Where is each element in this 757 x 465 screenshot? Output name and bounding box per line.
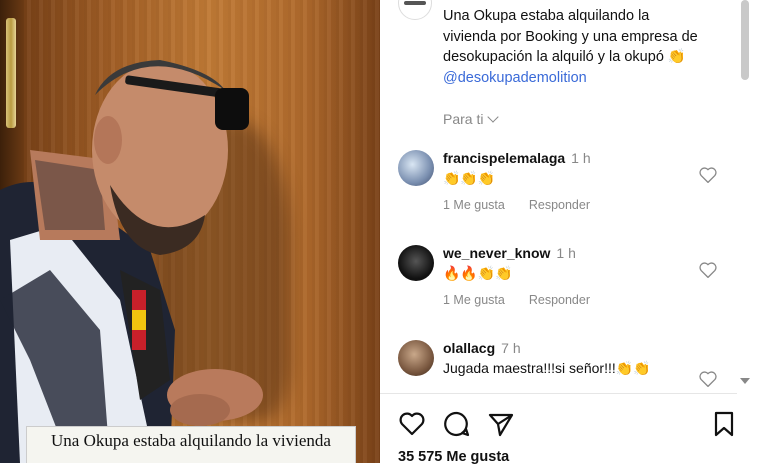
bookmark-icon[interactable] xyxy=(710,410,738,438)
comment-avatar[interactable] xyxy=(398,340,434,376)
post-media[interactable]: Una Okupa estaba alquilando la vivienda xyxy=(0,0,380,463)
video-caption-text: Una Okupa estaba alquilando la vivienda xyxy=(51,431,331,450)
comment-time: 1 h xyxy=(556,245,576,261)
clap-icon: 👏 xyxy=(667,49,686,65)
heart-icon[interactable] xyxy=(698,166,718,184)
caption-line-wrap: desokupación la alquiló y la okupó 👏 xyxy=(443,47,743,68)
comment-avatar[interactable] xyxy=(398,245,434,281)
para-ti-dropdown[interactable]: Para ti xyxy=(443,111,500,127)
caption-line: vivienda por Booking y una empresa de xyxy=(443,28,698,45)
comment-time: 7 h xyxy=(501,340,521,356)
heart-icon[interactable] xyxy=(698,261,718,279)
caption-line: desokupación la alquiló y la okupó xyxy=(443,49,664,65)
actions-divider xyxy=(380,393,737,394)
caption-line: Una Okupa estaba alquilando la xyxy=(443,8,650,24)
para-ti-label: Para ti xyxy=(443,111,484,127)
heart-icon[interactable] xyxy=(698,370,718,388)
author-avatar[interactable] xyxy=(398,0,432,20)
comment-username[interactable]: olallacg xyxy=(443,340,495,356)
reply-button[interactable]: Responder xyxy=(529,293,590,307)
send-icon[interactable] xyxy=(487,410,515,438)
scrollbar-thumb[interactable] xyxy=(741,0,749,80)
chevron-down-icon xyxy=(487,111,500,123)
comment-likes[interactable]: 1 Me gusta xyxy=(443,198,505,212)
comment-time: 1 h xyxy=(571,150,591,166)
heart-icon[interactable] xyxy=(398,410,426,438)
comment-text: 🔥🔥👏👏 xyxy=(443,265,513,281)
comment-avatar[interactable] xyxy=(398,150,434,186)
comment-icon[interactable] xyxy=(443,410,471,438)
video-caption-overlay: Una Okupa estaba alquilando la vivienda xyxy=(26,426,356,463)
comment-username[interactable]: francispelemalaga xyxy=(443,150,565,166)
post-caption: Una Okupa estaba alquilando la vivienda … xyxy=(443,6,743,88)
man-figure xyxy=(0,60,263,463)
comments-scrollbar[interactable] xyxy=(737,0,751,395)
mention-link[interactable]: @desokupademolition xyxy=(443,68,743,89)
reply-button[interactable]: Responder xyxy=(529,198,590,212)
comment-text: Jugada maestra!!!si señor!!!👏👏 xyxy=(443,360,651,376)
scroll-down-arrow-icon[interactable] xyxy=(740,378,750,384)
comment-username[interactable]: we_never_know xyxy=(443,245,550,261)
comment-likes[interactable]: 1 Me gusta xyxy=(443,293,505,307)
comment-text: 👏👏👏 xyxy=(443,170,496,186)
